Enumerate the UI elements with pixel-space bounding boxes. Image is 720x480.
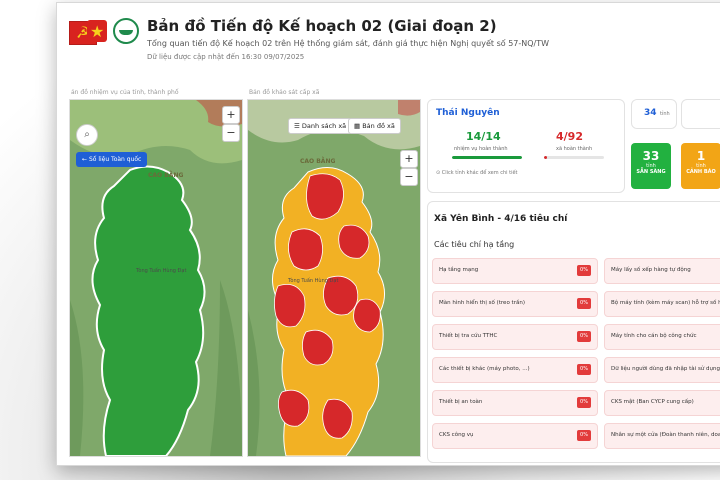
communes-progress-fill: [544, 156, 547, 159]
zoom-out-button[interactable]: −: [222, 124, 240, 142]
tab-commune-map-label: Bản đồ xã: [362, 122, 395, 130]
communes-done: 4/92: [556, 130, 583, 143]
criteria-percent-badge: 0%: [577, 364, 591, 375]
criteria-item: Bộ máy tính (kèm máy scan) hỗ trợ số hóa…: [604, 291, 720, 317]
province-map[interactable]: ⌕ ← Số liệu Toàn quốc + − CAO BẰNG Tòng …: [69, 99, 243, 457]
national-data-label: Số liệu Toàn quốc: [88, 156, 142, 163]
status-num: 33: [642, 149, 660, 163]
tab-commune-map[interactable]: ▦ Bản đồ xã: [348, 118, 401, 134]
criteria-percent-badge: 0%: [577, 298, 591, 309]
criteria-label: Thiết bị an toàn: [439, 399, 483, 405]
criteria-item: CKS công vụ 0%: [432, 423, 598, 449]
criteria-label: CKS công vụ: [439, 432, 474, 438]
criteria-item: Hạ tầng mạng 0%: [432, 258, 598, 284]
tasks-progress-fill: [452, 156, 522, 159]
commune-map[interactable]: ☰ Danh sách xã ▦ Bản đồ xã + − CAO BẰNG …: [247, 99, 421, 457]
commune-region-red: [322, 398, 353, 439]
communes-label: xã hoàn thành: [556, 146, 593, 152]
province-shape: [91, 165, 206, 456]
criteria-label: Nhân sự một cửa (Đoàn thanh niên, doanh …: [611, 432, 720, 438]
province-summary-card[interactable]: Thái Nguyên 14/14 nhiệm vụ hoàn thành 4/…: [427, 99, 625, 193]
zoom-out-button[interactable]: −: [400, 168, 418, 186]
national-flag-icon: ★: [87, 20, 107, 42]
map-place-text: Tòng Tuấn Hùng Đạt: [288, 278, 339, 284]
criteria-percent-badge: 0%: [577, 430, 591, 441]
status-l2: CẢNH BÁO: [686, 169, 716, 175]
page-title: Bản đồ Tiến độ Kế hoạch 02 (Giai đoạn 2): [147, 17, 497, 35]
criteria-item: Nhân sự một cửa (Đoàn thanh niên, doanh …: [604, 423, 720, 449]
ministry-logo-icon: [113, 18, 139, 44]
criteria-label: Thiết bị tra cứu TTHC: [439, 333, 498, 339]
criteria-item: Dữ liệu người dùng đã nhập tài sử dụng đ…: [604, 357, 720, 383]
criteria-label: Máy tính cho cán bộ công chức: [611, 333, 697, 339]
right-map-label: Bản đồ khảo sát cấp xã: [249, 89, 320, 96]
status-l2: SẴN SÀNG: [636, 169, 666, 175]
criteria-item: Máy tính cho cán bộ công chức: [604, 324, 720, 350]
province-count-card: 34 tỉnh: [631, 99, 677, 129]
commune-title: Xã Yên Bình - 4/16 tiêu chí: [434, 214, 568, 224]
province-hint: ⊙ Click tỉnh khác để xem chi tiết: [436, 170, 518, 176]
province-count: 34: [644, 108, 657, 118]
tab-commune-list[interactable]: ☰ Danh sách xã: [288, 118, 353, 134]
commune-region-red: [278, 389, 310, 427]
map-place-name: CAO BẰNG: [148, 172, 184, 179]
commune-region-red: [302, 329, 334, 366]
criteria-item: Các thiết bị khác (máy photo, ...) 0%: [432, 357, 598, 383]
extra-count-card: [681, 99, 720, 129]
criteria-item: Thiết bị an toàn 0%: [432, 390, 598, 416]
province-count-unit: tỉnh: [660, 111, 670, 117]
criteria-label: Bộ máy tính (kèm máy scan) hỗ trợ số hóa…: [611, 300, 720, 306]
criteria-percent-badge: 0%: [577, 265, 591, 276]
status-tile[interactable]: 33 tỉnh SẴN SÀNG: [631, 143, 671, 189]
commune-criteria-card: Xã Yên Bình - 4/16 tiêu chí Các tiêu chí…: [427, 201, 720, 463]
criteria-label: Hạ tầng mạng: [439, 267, 479, 273]
map-place-text: Tòng Tuấn Hùng Đạt: [136, 268, 187, 274]
tab-commune-list-label: Danh sách xã: [301, 122, 347, 130]
zoom-in-button[interactable]: +: [222, 106, 240, 124]
page-subtitle: Tổng quan tiến độ Kế hoạch 02 trên Hệ th…: [147, 39, 550, 48]
criteria-label: Các thiết bị khác (máy photo, ...): [439, 366, 530, 372]
communes-progress-bar: [544, 156, 604, 159]
criteria-percent-badge: 0%: [577, 397, 591, 408]
zoom-in-button[interactable]: +: [400, 150, 418, 168]
province-hint-text: Click tỉnh khác để xem chi tiết: [441, 170, 518, 176]
province-name: Thái Nguyên: [436, 108, 500, 118]
criteria-percent-badge: 0%: [577, 331, 591, 342]
criteria-label: Máy lấy số xếp hàng tự động: [611, 267, 691, 273]
tasks-progress-bar: [452, 156, 522, 159]
tasks-done: 14/14: [466, 130, 501, 143]
app-window: ☭ ★ Bản đồ Tiến độ Kế hoạch 02 (Giai đoạ…: [56, 2, 720, 466]
criteria-section-title: Các tiêu chí hạ tầng: [434, 240, 515, 249]
criteria-item: CKS mật (Ban CYCP cung cấp): [604, 390, 720, 416]
status-tile[interactable]: 1 tỉnh CẢNH BÁO: [681, 143, 720, 189]
commune-region-red: [274, 283, 306, 328]
criteria-label: Màn hình hiển thị số (treo trần): [439, 300, 525, 306]
map-search-icon[interactable]: ⌕: [76, 124, 98, 146]
update-timestamp: Dữ liệu được cập nhật đến 16:30 09/07/20…: [147, 53, 305, 61]
criteria-item: Thiết bị tra cứu TTHC 0%: [432, 324, 598, 350]
commune-region-red: [306, 173, 344, 220]
left-map-label: ản đồ nhiệm vụ của tỉnh, thành phố: [71, 89, 179, 96]
header: ☭ ★ Bản đồ Tiến độ Kế hoạch 02 (Giai đoạ…: [57, 3, 720, 83]
commune-region-red: [353, 298, 381, 333]
criteria-item: Máy lấy số xếp hàng tự động: [604, 258, 720, 284]
commune-region-red: [288, 228, 323, 271]
status-num: 1: [696, 149, 706, 163]
criteria-label: CKS mật (Ban CYCP cung cấp): [611, 399, 694, 405]
national-data-button[interactable]: ← Số liệu Toàn quốc: [76, 152, 148, 167]
criteria-label: Dữ liệu người dùng đã nhập tài sử dụng đ…: [611, 366, 720, 372]
criteria-item: Màn hình hiển thị số (treo trần) 0%: [432, 291, 598, 317]
map-place-name: CAO BẰNG: [300, 158, 336, 165]
tasks-label: nhiệm vụ hoàn thành: [454, 146, 508, 152]
